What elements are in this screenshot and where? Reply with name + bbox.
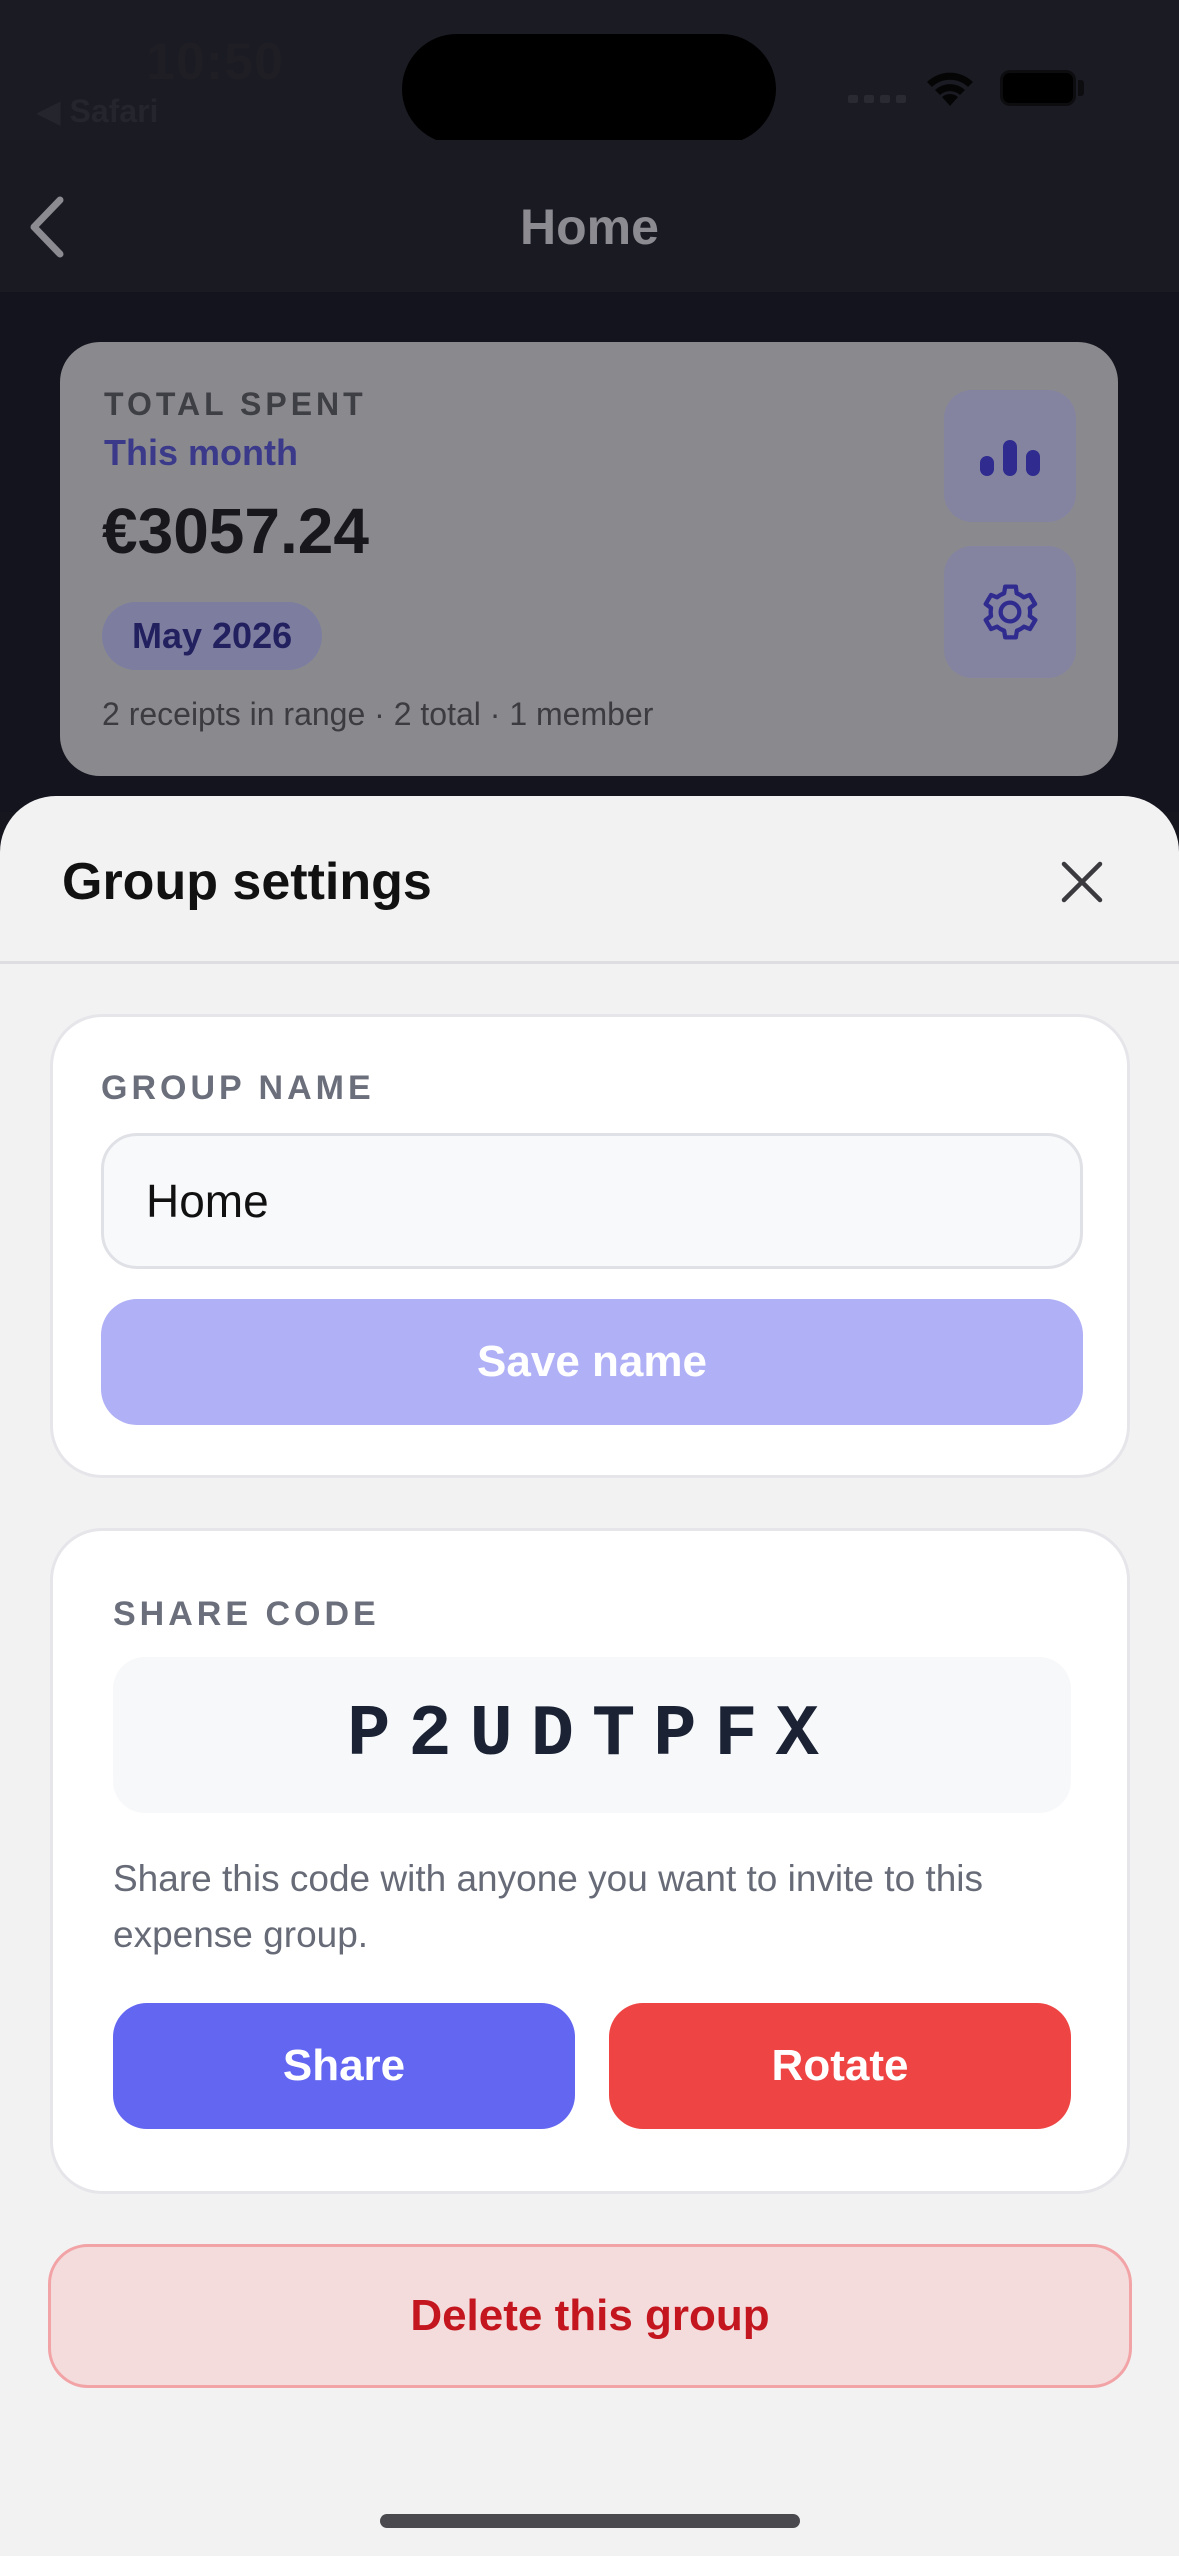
share-button[interactable]: Share xyxy=(113,2003,575,2129)
share-code-value: P2UDTPFX xyxy=(113,1657,1071,1813)
group-name-input[interactable] xyxy=(101,1133,1083,1269)
receipts-meta: 2 receipts in range · 2 total · 1 member xyxy=(102,696,654,732)
wifi-icon xyxy=(920,66,980,115)
home-indicator xyxy=(380,2514,800,2528)
group-name-panel: GROUP NAME Save name xyxy=(50,1014,1130,1478)
share-code-label: SHARE CODE xyxy=(113,1595,380,1633)
period-pill[interactable]: May 2026 xyxy=(102,602,323,670)
status-time: 10:50 xyxy=(146,33,284,91)
back-to-safari-link[interactable]: ◀ Safari xyxy=(36,92,158,130)
close-icon xyxy=(1061,861,1103,903)
settings-button[interactable] xyxy=(944,546,1076,678)
battery-icon xyxy=(1000,70,1076,106)
group-name-label: GROUP NAME xyxy=(101,1069,375,1107)
sheet-title: Group settings xyxy=(62,853,432,911)
delete-group-button[interactable]: Delete this group xyxy=(48,2244,1132,2388)
sheet-header: Group settings xyxy=(0,796,1179,964)
gear-icon xyxy=(983,584,1038,640)
bar-chart-icon xyxy=(980,440,1040,476)
rotate-button[interactable]: Rotate xyxy=(609,2003,1071,2129)
range-selector[interactable]: This month xyxy=(104,432,298,474)
dynamic-island xyxy=(402,34,776,144)
close-button[interactable] xyxy=(1054,854,1110,910)
save-name-button[interactable]: Save name xyxy=(101,1299,1083,1425)
total-spent-card: TOTAL SPENT This month €3057.24 May 2026… xyxy=(60,342,1118,776)
status-bar: 10:50 ◀ Safari xyxy=(0,0,1179,144)
cellular-signal-icon xyxy=(848,90,912,108)
total-amount: €3057.24 xyxy=(102,495,369,567)
total-spent-label: TOTAL SPENT xyxy=(104,386,367,422)
group-settings-sheet: Group settings GROUP NAME Save name SHAR… xyxy=(0,796,1179,2556)
page-title: Home xyxy=(520,199,659,255)
share-code-panel: SHARE CODE P2UDTPFX Share this code with… xyxy=(50,1528,1130,2194)
stats-button[interactable] xyxy=(944,390,1076,522)
share-code-description: Share this code with anyone you want to … xyxy=(113,1858,984,1955)
navigation-bar: Home xyxy=(0,140,1179,292)
